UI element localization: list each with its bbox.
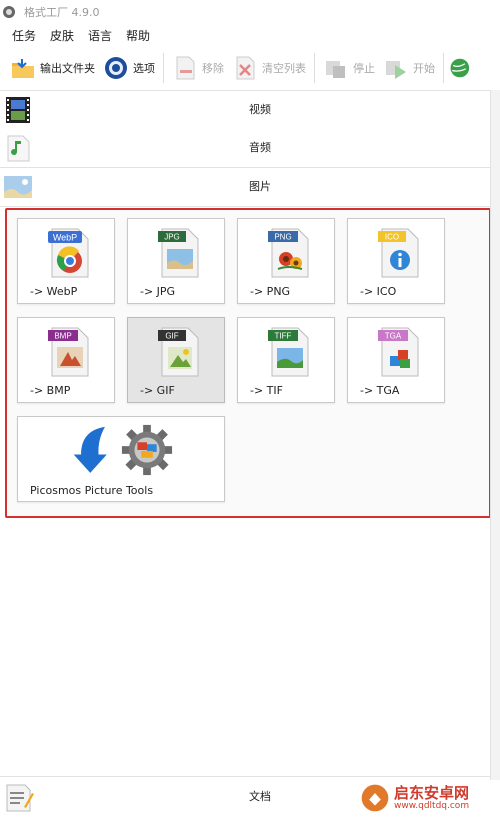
menu-help[interactable]: 帮助 xyxy=(126,27,150,44)
bmp-convert-tile[interactable]: BMP -> BMP xyxy=(17,317,115,403)
png-file-icon: PNG xyxy=(268,228,309,278)
options-icon xyxy=(105,57,127,79)
title-bar: 格式工厂 4.9.0 xyxy=(0,0,500,24)
gif-badge: GIF xyxy=(165,332,178,341)
tiff-badge: TIFF xyxy=(275,332,292,341)
picosmos-tools-tile[interactable]: Picosmos Picture Tools xyxy=(17,416,225,502)
clear-list-icon xyxy=(236,56,255,80)
clear-list-button[interactable]: 清空列表 xyxy=(228,52,310,84)
tga-file-icon: TGA xyxy=(378,327,419,377)
category-picture[interactable]: 图片 xyxy=(0,168,490,207)
globe-icon[interactable] xyxy=(448,55,470,81)
gif-tile-label: -> GIF xyxy=(140,384,175,397)
gif-file-icon: GIF xyxy=(158,327,199,377)
webp-file-icon: WebP xyxy=(48,228,89,278)
toolbar-divider xyxy=(314,53,315,83)
tga-badge: TGA xyxy=(385,332,402,341)
category-video-label: 视频 xyxy=(249,103,271,116)
gear-icon xyxy=(121,424,173,476)
watermark-name: 启东安卓网 xyxy=(394,784,470,802)
ico-tile-label: -> ICO xyxy=(360,285,397,298)
category-picture-label: 图片 xyxy=(249,180,271,193)
remove-icon xyxy=(176,56,195,80)
app-logo-icon xyxy=(3,6,15,18)
menu-language[interactable]: 语言 xyxy=(88,27,112,44)
bmp-file-icon: BMP xyxy=(48,327,89,377)
menu-skin[interactable]: 皮肤 xyxy=(50,27,74,44)
clear-list-label: 清空列表 xyxy=(262,62,306,75)
jpg-file-icon: JPG xyxy=(158,228,199,278)
folder-icon xyxy=(12,59,34,78)
output-folder-button[interactable]: 输出文件夹 xyxy=(6,52,99,84)
ico-file-icon: ICO xyxy=(378,228,419,278)
download-arrow-icon xyxy=(73,426,107,473)
start-icon xyxy=(386,61,406,79)
jpg-badge: JPG xyxy=(164,233,180,242)
tga-convert-tile[interactable]: TGA -> TGA xyxy=(347,317,445,403)
menu-bar: 任务 皮肤 语言 帮助 xyxy=(0,24,500,46)
options-label: 选项 xyxy=(133,62,155,75)
watermark-logo-icon xyxy=(361,784,389,812)
options-button[interactable]: 选项 xyxy=(99,52,159,84)
bmp-tile-label: -> BMP xyxy=(30,384,71,397)
webp-badge: WebP xyxy=(53,233,77,243)
stop-icon xyxy=(326,61,345,78)
ico-convert-tile[interactable]: ICO -> ICO xyxy=(347,218,445,304)
ico-badge: ICO xyxy=(385,233,399,242)
webp-convert-tile[interactable]: WebP -> WebP xyxy=(17,218,115,304)
tif-tile-label: -> TIF xyxy=(250,384,283,397)
window-title: 格式工厂 4.9.0 xyxy=(24,6,100,19)
tga-tile-label: -> TGA xyxy=(360,384,400,397)
toolbar-divider xyxy=(163,53,164,83)
output-folder-label: 输出文件夹 xyxy=(40,62,95,75)
tiff-file-icon: TIFF xyxy=(268,327,309,377)
webp-tile-label: -> WebP xyxy=(30,285,78,298)
png-convert-tile[interactable]: PNG -> PNG xyxy=(237,218,335,304)
category-audio-label: 音频 xyxy=(249,141,271,154)
category-audio[interactable]: 音频 xyxy=(0,129,490,168)
stop-label: 停止 xyxy=(353,62,375,75)
vertical-scrollbar[interactable] xyxy=(490,90,500,780)
png-tile-label: -> PNG xyxy=(250,285,291,298)
tif-convert-tile[interactable]: TIFF -> TIF xyxy=(237,317,335,403)
menu-task[interactable]: 任务 xyxy=(12,27,36,44)
start-label: 开始 xyxy=(413,62,435,75)
toolbar: 输出文件夹 选项 移除 清空列表 停止 开始 xyxy=(0,46,500,90)
png-badge: PNG xyxy=(274,233,291,242)
jpg-tile-label: -> JPG xyxy=(140,285,176,298)
gif-convert-tile[interactable]: GIF -> GIF xyxy=(127,317,225,403)
site-watermark: 启东安卓网 www.qdltdq.com xyxy=(360,774,500,822)
picosmos-tile-label: Picosmos Picture Tools xyxy=(30,484,154,497)
stop-button[interactable]: 停止 xyxy=(319,52,379,84)
picture-formats-panel: WebP -> WebP JPG -> JPG PNG -> PNG ICO -… xyxy=(5,208,491,518)
watermark-url: www.qdltdq.com xyxy=(394,801,470,811)
remove-label: 移除 xyxy=(202,62,224,75)
bmp-badge: BMP xyxy=(54,332,71,341)
remove-button[interactable]: 移除 xyxy=(168,52,228,84)
jpg-convert-tile[interactable]: JPG -> JPG xyxy=(127,218,225,304)
category-video[interactable]: 视频 xyxy=(0,90,490,130)
start-button[interactable]: 开始 xyxy=(379,52,439,84)
toolbar-divider xyxy=(443,53,444,83)
